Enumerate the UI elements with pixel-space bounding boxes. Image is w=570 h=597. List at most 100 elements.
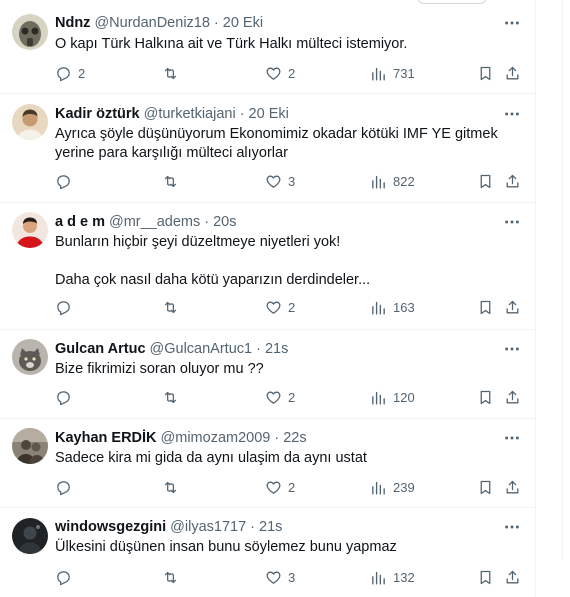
reply-button[interactable] <box>55 297 78 317</box>
share-button[interactable] <box>504 297 521 317</box>
action-bar: 2 2 731 <box>55 63 525 83</box>
like-button[interactable]: 3 <box>265 567 295 587</box>
display-name[interactable]: windowsgezgini <box>55 519 166 535</box>
tweet[interactable]: a d e m @mr__adems · 20s Bunların hiçbir… <box>0 203 536 330</box>
views-button[interactable]: 731 <box>370 63 415 83</box>
like-count: 3 <box>288 173 296 189</box>
more-options-button[interactable] <box>502 517 522 537</box>
timestamp[interactable]: 21s <box>259 519 282 535</box>
avatar[interactable] <box>12 518 48 554</box>
separator-dot: · <box>213 15 219 31</box>
user-handle[interactable]: @ilyas1717 <box>170 519 246 535</box>
sidebar-divider <box>562 0 563 560</box>
display-name[interactable]: Gulcan Artuc <box>55 341 146 357</box>
bookmark-button[interactable] <box>477 567 494 587</box>
timestamp[interactable]: 20 Eki <box>249 106 289 122</box>
reply-icon <box>57 570 70 585</box>
reply-button[interactable] <box>55 387 78 407</box>
retweet-button[interactable] <box>162 477 185 497</box>
heart-icon <box>266 175 281 188</box>
reply-button[interactable] <box>55 477 78 497</box>
heart-icon <box>266 571 281 584</box>
bookmark-button[interactable] <box>477 297 494 317</box>
views-button[interactable]: 239 <box>370 477 415 497</box>
tweet-text-line: Ülkesini düşünen insan bunu söylemez bun… <box>55 539 397 555</box>
views-button[interactable]: 120 <box>370 387 415 407</box>
reply-button[interactable] <box>55 171 78 191</box>
tweet[interactable]: Ndnz @NurdanDeniz18 · 20 Eki O kapı Türk… <box>0 0 536 94</box>
reply-timeline: Ndnz @NurdanDeniz18 · 20 Eki O kapı Türk… <box>0 0 536 597</box>
retweet-button[interactable] <box>162 567 185 587</box>
user-handle[interactable]: @turketkiajani <box>144 106 236 122</box>
user-handle[interactable]: @mr__adems <box>109 214 200 230</box>
tweet[interactable]: Kadir öztürk @turketkiajani · 20 Eki Ayr… <box>0 94 536 203</box>
retweet-button[interactable] <box>162 63 185 83</box>
avatar[interactable] <box>12 104 48 140</box>
timestamp[interactable]: 20s <box>213 214 236 230</box>
user-handle[interactable]: @mimozam2009 <box>161 430 271 446</box>
bookmark-button[interactable] <box>477 171 494 191</box>
tweet-text: Sadece kira mi gida da aynı ulaşim da ay… <box>55 449 525 468</box>
avatar[interactable] <box>12 212 48 248</box>
reply-count: 2 <box>78 65 86 81</box>
avatar[interactable] <box>12 339 48 375</box>
more-icon <box>505 525 519 529</box>
more-options-button[interactable] <box>502 428 522 448</box>
share-button[interactable] <box>504 171 521 191</box>
like-button[interactable]: 2 <box>265 387 295 407</box>
bookmark-icon <box>480 570 491 584</box>
avatar[interactable] <box>12 14 48 50</box>
like-count: 2 <box>288 479 296 495</box>
share-button[interactable] <box>504 477 521 497</box>
share-button[interactable] <box>504 387 521 407</box>
cat-avatar-icon <box>12 339 48 375</box>
avatar[interactable] <box>12 428 48 464</box>
separator-dot: · <box>274 430 280 446</box>
more-options-button[interactable] <box>502 339 522 359</box>
views-button[interactable]: 822 <box>370 171 415 191</box>
more-icon <box>505 220 519 224</box>
views-button[interactable]: 163 <box>370 297 415 317</box>
timestamp[interactable]: 20 Eki <box>223 15 263 31</box>
user-handle[interactable]: @GulcanArtuc1 <box>150 341 253 357</box>
retweet-button[interactable] <box>162 387 185 407</box>
share-icon <box>506 300 519 313</box>
like-count: 2 <box>288 65 296 81</box>
share-button[interactable] <box>504 63 521 83</box>
separator-dot: · <box>204 214 210 230</box>
more-options-button[interactable] <box>502 104 522 124</box>
user-handle[interactable]: @NurdanDeniz18 <box>94 15 209 31</box>
bookmark-button[interactable] <box>477 477 494 497</box>
view-count: 239 <box>393 479 415 495</box>
retweet-button[interactable] <box>162 171 185 191</box>
views-button[interactable]: 132 <box>370 567 415 587</box>
like-button[interactable]: 2 <box>265 477 295 497</box>
bookmark-button[interactable] <box>477 63 494 83</box>
tweet[interactable]: windowsgezgini @ilyas1717 · 21s Ülkesini… <box>0 508 536 597</box>
views-icon <box>372 301 385 315</box>
action-bar: 2 163 <box>55 297 525 317</box>
like-button[interactable]: 2 <box>265 297 295 317</box>
more-options-button[interactable] <box>502 212 522 232</box>
retweet-button[interactable] <box>162 297 185 317</box>
display-name[interactable]: Kayhan ERDİK <box>55 430 157 446</box>
reply-button[interactable] <box>55 567 78 587</box>
tweet[interactable]: Gulcan Artuc @GulcanArtuc1 · 21s Bize fi… <box>0 330 536 419</box>
share-icon <box>506 570 519 583</box>
like-button[interactable]: 2 <box>265 63 295 83</box>
display-name[interactable]: a d e m <box>55 214 105 230</box>
more-options-button[interactable] <box>502 13 522 33</box>
timestamp[interactable]: 21s <box>265 341 288 357</box>
share-button[interactable] <box>504 567 521 587</box>
action-bar: 3 132 <box>55 567 525 587</box>
tweet[interactable]: Kayhan ERDİK @mimozam2009 · 22s Sadece k… <box>0 419 536 508</box>
display-name[interactable]: Ndnz <box>55 15 90 31</box>
view-count: 822 <box>393 173 415 189</box>
timestamp[interactable]: 22s <box>283 430 306 446</box>
bookmark-button[interactable] <box>477 387 494 407</box>
display-name[interactable]: Kadir öztürk <box>55 106 140 122</box>
reply-icon <box>57 174 70 189</box>
dark-avatar-icon <box>12 518 48 554</box>
like-button[interactable]: 3 <box>265 171 295 191</box>
reply-button[interactable]: 2 <box>55 63 85 83</box>
